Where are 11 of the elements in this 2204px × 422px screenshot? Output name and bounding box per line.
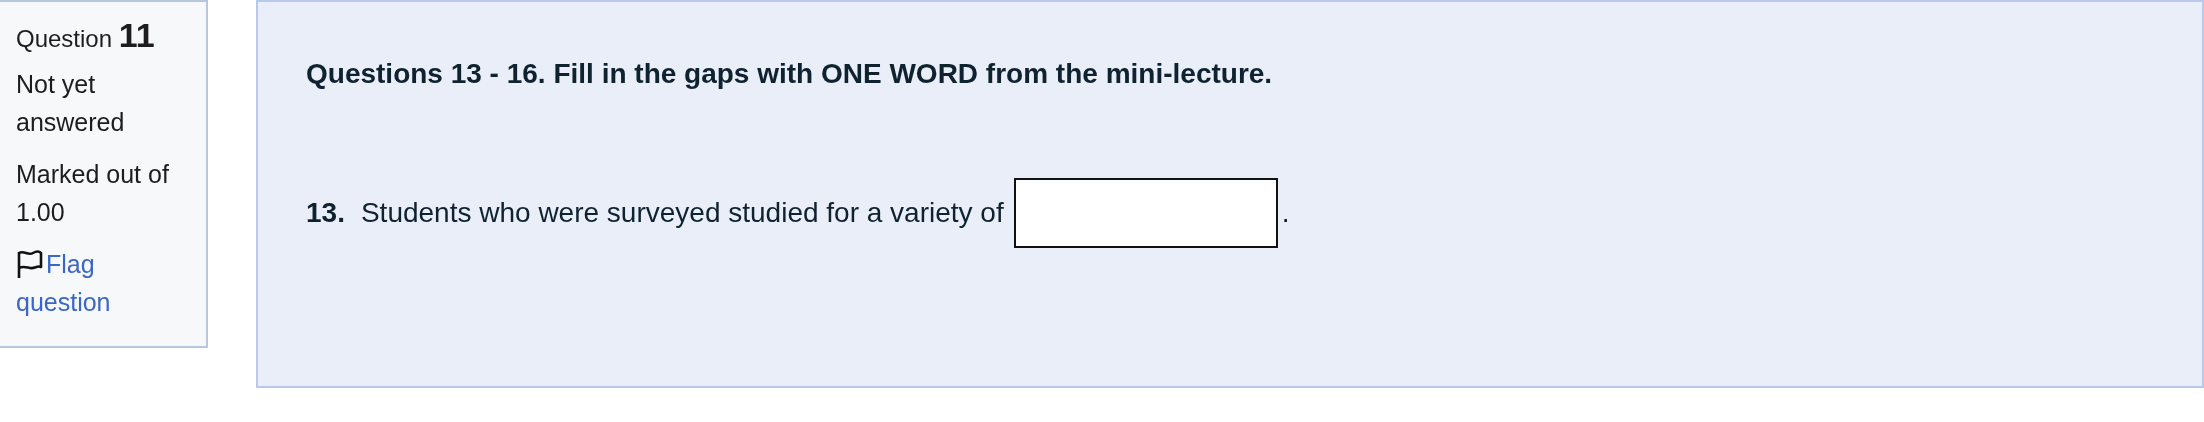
question-number: 11 [118,16,155,54]
question-label: Question [16,25,113,52]
status-text: Not yet answered [16,69,126,138]
item-number: 13. [306,197,345,229]
instructions-heading: Questions 13 - 16. Fill in the gaps with ONE WORD from the mini-lecture. [306,58,1274,90]
marks-text: Marked out of 1.00 [16,159,170,228]
flag-icon[interactable] [16,249,44,279]
flag-question-link[interactable]: Flag question [16,245,190,321]
answer-field[interactable] [1013,178,1278,248]
period-text: . [1281,197,1290,229]
question-text: Students who were surveyed studied for a variety of [360,197,1004,229]
